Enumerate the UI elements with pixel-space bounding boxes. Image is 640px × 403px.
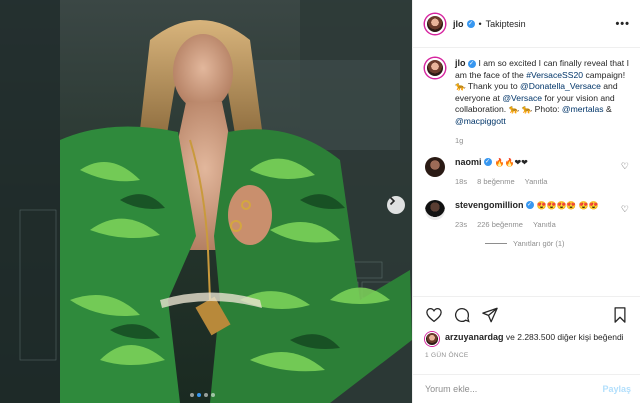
comment-username[interactable]: stevengomillion <box>455 200 524 210</box>
chevron-right-icon <box>389 196 396 206</box>
replies-divider <box>485 242 507 244</box>
carousel-dot-active <box>197 393 201 397</box>
mention-link[interactable]: @mertalas <box>562 104 604 114</box>
comment-body: naomi ✓ 🔥🔥❤❤ 18s 8 beğenme Yanıtla <box>455 157 629 188</box>
header-separator: • <box>478 18 482 29</box>
photo-illustration <box>0 0 412 403</box>
comment-age[interactable]: 23s <box>455 219 467 231</box>
add-comment-bar: Yorum ekle... Paylaş <box>413 374 640 403</box>
mention-link[interactable]: @Versace <box>502 93 542 103</box>
verified-icon: ✓ <box>525 201 534 210</box>
post-actions: arzuyanardag ve 2.283.500 diğer kişi beğ… <box>413 296 640 359</box>
comment-username[interactable]: naomi <box>455 157 482 167</box>
likes-summary: arzuyanardag ve 2.283.500 diğer kişi beğ… <box>425 332 629 346</box>
caption-age[interactable]: 1g <box>455 135 463 147</box>
following-button[interactable]: Takiptesin <box>486 19 526 29</box>
carousel-dot <box>190 393 194 397</box>
hashtag-link[interactable]: #VersaceSS20 <box>526 70 583 80</box>
comment-likes-count[interactable]: 226 beğenme <box>477 219 523 231</box>
view-replies-label: Yanıtları gör (1) <box>513 238 565 248</box>
author-username[interactable]: jlo <box>453 19 464 29</box>
action-icons <box>425 305 629 325</box>
liker-avatar[interactable] <box>425 332 439 346</box>
likes-count[interactable]: ve 2.283.500 diğer kişi beğendi <box>506 332 624 342</box>
caption-meta: 1g <box>455 135 629 147</box>
bookmark-icon[interactable] <box>611 306 629 324</box>
view-replies-button[interactable]: Yanıtları gör (1) <box>485 239 629 248</box>
caption-body: jlo ✓ I am so excited I can finally reveal… <box>455 58 629 147</box>
comment-text: 🔥🔥❤❤ <box>494 157 528 167</box>
post-side-panel: jlo ✓ • Takiptesin ••• jlo ✓ I am so excit… <box>412 0 640 403</box>
verified-icon: ✓ <box>483 158 492 167</box>
comment-item: stevengomillion ✓ 😍😍😍😍 😍😍 23s 226 beğenme … <box>425 199 629 231</box>
comment-avatar[interactable] <box>425 199 445 220</box>
share-icon[interactable] <box>481 306 499 324</box>
verified-icon: ✓ <box>466 19 475 28</box>
comment-item: naomi ✓ 🔥🔥❤❤ 18s 8 beğenme Yanıtla ♡ <box>425 156 629 188</box>
carousel-dot <box>211 393 215 397</box>
verified-icon: ✓ <box>467 59 476 68</box>
comment-meta: 23s 226 beğenme Yanıtla <box>455 219 629 231</box>
post-comment-button[interactable]: Paylaş <box>602 384 631 394</box>
caption-text: & <box>606 104 612 114</box>
comment-age[interactable]: 18s <box>455 176 467 188</box>
carousel-dot <box>204 393 208 397</box>
carousel-indicator <box>190 393 215 397</box>
liker-username[interactable]: arzuyanardag <box>445 332 504 342</box>
mention-link[interactable]: @macpiggott <box>455 116 506 126</box>
comment-input[interactable]: Yorum ekle... <box>425 384 602 394</box>
like-comment-heart-icon[interactable]: ♡ <box>621 204 629 215</box>
caption-username[interactable]: jlo <box>455 58 466 68</box>
post-photo[interactable] <box>0 0 412 403</box>
post-timestamp[interactable]: 1 GÜN ÖNCE <box>425 352 629 359</box>
likes-text: arzuyanardag ve 2.283.500 diğer kişi beğ… <box>445 332 624 343</box>
comment-body: stevengomillion ✓ 😍😍😍😍 😍😍 23s 226 beğenme … <box>455 200 629 231</box>
reply-button[interactable]: Yanıtla <box>533 219 556 231</box>
mention-link[interactable]: @Donatella_Versace <box>520 81 601 91</box>
more-options-icon[interactable]: ••• <box>615 18 630 30</box>
post-header: jlo ✓ • Takiptesin ••• <box>413 0 640 48</box>
author-avatar[interactable] <box>425 13 445 34</box>
caption-avatar[interactable] <box>425 58 445 78</box>
next-photo-button[interactable] <box>387 196 405 214</box>
like-comment-heart-icon[interactable]: ♡ <box>621 161 629 172</box>
comments-list[interactable]: jlo ✓ I am so excited I can finally reveal… <box>413 48 640 296</box>
reply-button[interactable]: Yanıtla <box>525 176 548 188</box>
instagram-post: jlo ✓ • Takiptesin ••• jlo ✓ I am so excit… <box>0 0 640 403</box>
comment-text: 😍😍😍😍 😍😍 <box>536 200 599 210</box>
comment-meta: 18s 8 beğenme Yanıtla <box>455 176 629 188</box>
caption: jlo ✓ I am so excited I can finally reveal… <box>425 58 629 147</box>
heart-icon[interactable] <box>425 306 443 324</box>
comment-avatar[interactable] <box>425 156 445 177</box>
comment-icon[interactable] <box>453 306 471 324</box>
comment-likes-count[interactable]: 8 beğenme <box>477 176 515 188</box>
